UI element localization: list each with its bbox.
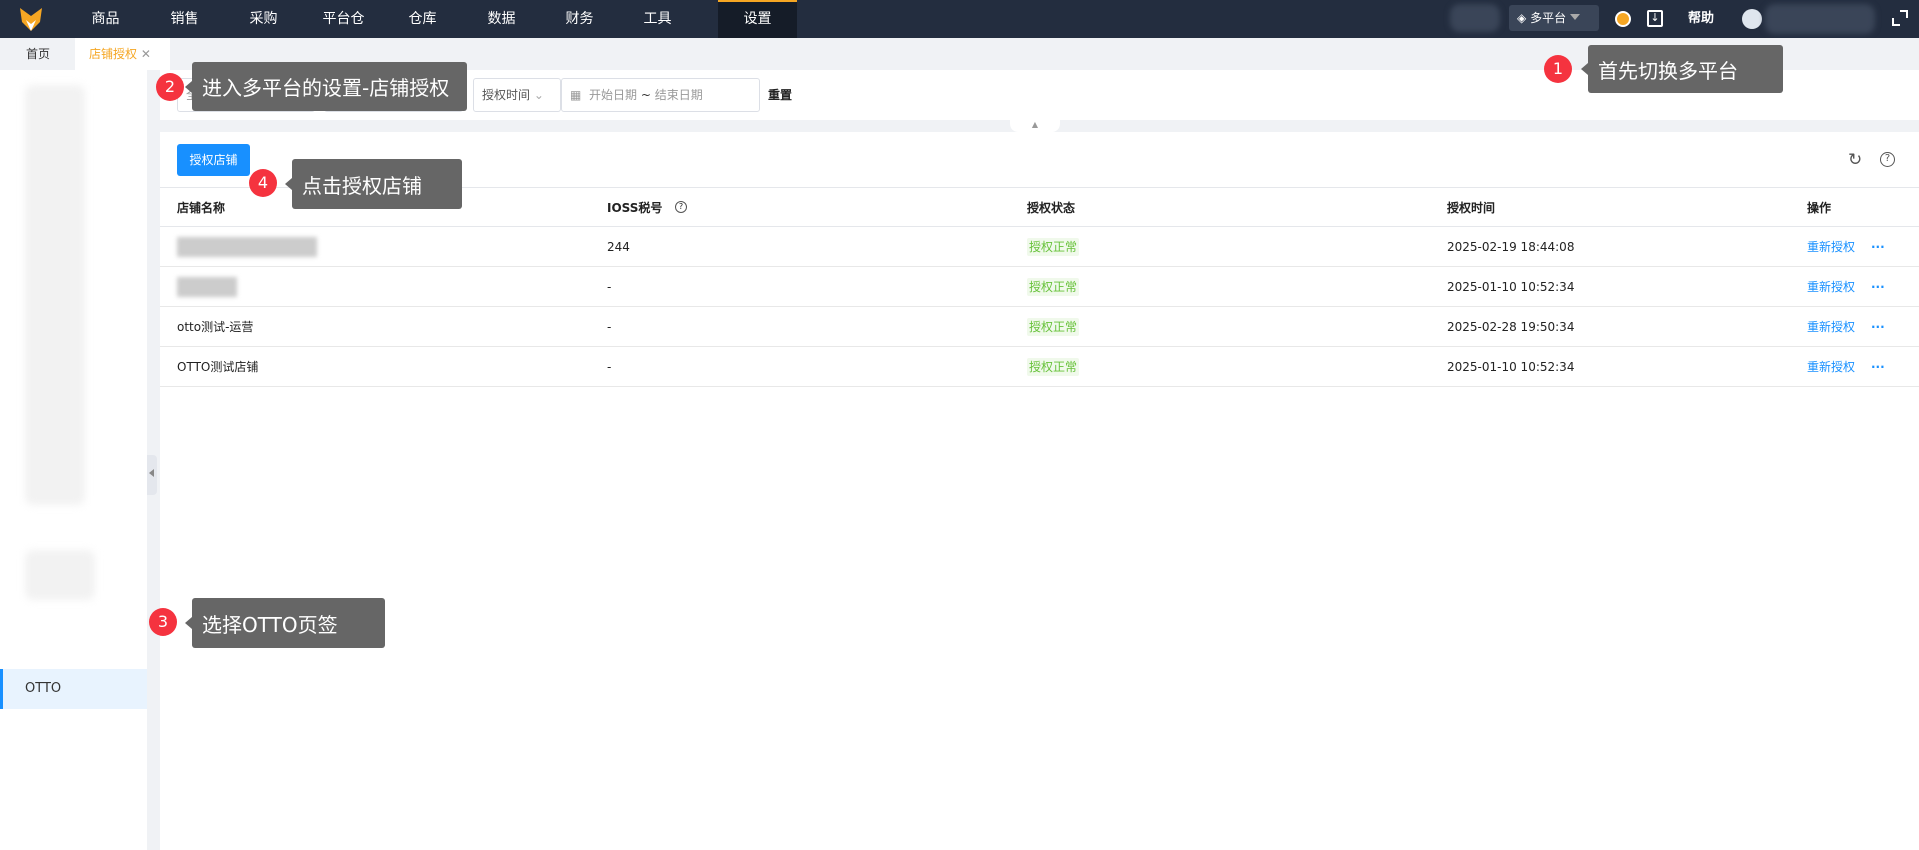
start-date[interactable]: 开始日期: [589, 88, 637, 102]
tab-label: 店铺授权: [89, 47, 138, 61]
sidebar-item-otto[interactable]: OTTO: [0, 669, 147, 709]
shop-name: OTTO测试店铺: [177, 360, 259, 374]
end-date[interactable]: 结束日期: [655, 88, 703, 102]
step-badge: 1: [1544, 55, 1572, 83]
column-header: 授权时间: [1447, 201, 1496, 215]
blurred-platform-list: [25, 85, 85, 505]
callout-text: 首先切换多平台: [1598, 58, 1738, 83]
table-row: - 授权正常 2025-01-10 10:52:34 重新授权 ···: [160, 267, 1919, 307]
range-sep: ~: [640, 88, 651, 102]
step-badge: 4: [249, 169, 277, 197]
column-header: 授权状态: [1027, 201, 1076, 215]
nav-item[interactable]: 商品: [66, 0, 145, 38]
blurred-platform-item: [25, 550, 95, 600]
column-header: IOSS税号: [607, 201, 663, 215]
step-callout: 点击授权店铺: [285, 159, 462, 209]
blurred-shop-name: [177, 237, 317, 257]
download-icon[interactable]: ↓: [1647, 10, 1663, 27]
step-badge: 2: [156, 73, 184, 101]
reauthorize-link[interactable]: 重新授权: [1807, 267, 1855, 307]
table-row: OTTO测试店铺 - 授权正常 2025-01-10 10:52:34 重新授权 ···: [160, 347, 1919, 387]
ioss-help-icon[interactable]: ?: [675, 201, 687, 213]
more-icon[interactable]: ···: [1871, 307, 1885, 347]
authorize-shop-button[interactable]: 授权店铺: [177, 144, 250, 176]
nav-item[interactable]: 平台仓: [304, 0, 383, 38]
callout-text: 进入多平台的设置-店铺授权: [202, 76, 450, 100]
blurred-shop: [1450, 4, 1500, 32]
status-badge: 授权正常: [1027, 238, 1080, 256]
help-link[interactable]: 帮助: [1688, 0, 1714, 38]
status-badge: 授权正常: [1027, 318, 1080, 336]
reset-button[interactable]: 重置: [768, 78, 792, 112]
table-row: 244 授权正常 2025-02-19 18:44:08 重新授权 ···: [160, 227, 1919, 267]
caret-down-icon: [1570, 14, 1581, 25]
nav-item[interactable]: 设置: [718, 0, 797, 38]
nav-item[interactable]: 财务: [540, 0, 619, 38]
reauthorize-link[interactable]: 重新授权: [1807, 347, 1855, 387]
step-callout: 选择OTTO页签: [185, 598, 385, 648]
sidebar-collapse-handle[interactable]: [147, 455, 157, 495]
time-type-select[interactable]: 授权时间 ⌄: [473, 78, 561, 112]
more-icon[interactable]: ···: [1871, 347, 1885, 387]
more-icon[interactable]: ···: [1871, 227, 1885, 267]
platform-sidebar: OTTO: [0, 70, 147, 850]
more-icon[interactable]: ···: [1871, 267, 1885, 307]
support-icon[interactable]: [1615, 11, 1631, 27]
date-range-picker[interactable]: ▦ 开始日期 ~ 结束日期: [561, 78, 760, 112]
nav-item[interactable]: 采购: [224, 0, 303, 38]
ioss-number: -: [607, 320, 612, 334]
nav-item[interactable]: 仓库: [383, 0, 462, 38]
status-badge: 授权正常: [1027, 278, 1080, 296]
reauthorize-link[interactable]: 重新授权: [1807, 307, 1855, 347]
ioss-number: 244: [607, 240, 630, 254]
shop-name: otto测试-运营: [177, 320, 254, 334]
status-badge: 授权正常: [1027, 358, 1080, 376]
platform-switch[interactable]: ◈ 多平台: [1509, 5, 1599, 31]
tab-shop-auth[interactable]: 店铺授权 ✕: [75, 38, 170, 70]
blurred-username: [1765, 4, 1875, 34]
tab-home[interactable]: 首页: [12, 38, 64, 70]
refresh-icon[interactable]: ↻: [1848, 150, 1862, 170]
blurred-shop-name: [177, 277, 237, 297]
platform-label: 多平台: [1530, 11, 1567, 25]
collapse-filter-icon[interactable]: ▲: [1010, 120, 1060, 132]
chevron-down-icon: ⌄: [533, 88, 544, 102]
nav-item[interactable]: 工具: [618, 0, 697, 38]
close-icon[interactable]: ✕: [141, 47, 151, 61]
reauthorize-link[interactable]: 重新授权: [1807, 227, 1855, 267]
column-header: 店铺名称: [177, 201, 226, 215]
layers-icon: ◈: [1517, 11, 1527, 25]
shop-table-card: 授权店铺 ↻ ? 店铺名称 IOSS税号? 授权状态 授权时间 操作 244 授权正常 20…: [160, 132, 1919, 850]
auth-time: 2025-01-10 10:52:34: [1447, 280, 1575, 294]
fox-logo-icon[interactable]: [18, 6, 44, 32]
avatar[interactable]: [1742, 9, 1762, 29]
nav-item[interactable]: 数据: [462, 0, 541, 38]
help-icon[interactable]: ?: [1880, 152, 1895, 167]
step-callout: 进入多平台的设置-店铺授权: [185, 62, 467, 111]
column-header: 操作: [1807, 201, 1832, 215]
step-callout: 首先切换多平台: [1581, 45, 1783, 93]
select-value: 授权时间: [482, 88, 531, 102]
step-badge: 3: [149, 608, 177, 636]
table-row: otto测试-运营 - 授权正常 2025-02-28 19:50:34 重新授权 ···: [160, 307, 1919, 347]
calendar-icon: ▦: [570, 88, 582, 102]
ioss-number: -: [607, 280, 612, 294]
top-nav: 商品 销售 采购 平台仓 仓库 数据 财务 工具 设置 ◈ 多平台 ↓ 帮助: [0, 0, 1919, 38]
nav-item[interactable]: 销售: [145, 0, 224, 38]
ioss-number: -: [607, 360, 612, 374]
callout-text: 选择OTTO页签: [202, 612, 338, 637]
chevron-left-icon: [149, 469, 154, 477]
auth-time: 2025-02-28 19:50:34: [1447, 320, 1575, 334]
auth-time: 2025-02-19 18:44:08: [1447, 240, 1575, 254]
auth-time: 2025-01-10 10:52:34: [1447, 360, 1575, 374]
callout-text: 点击授权店铺: [302, 173, 422, 198]
